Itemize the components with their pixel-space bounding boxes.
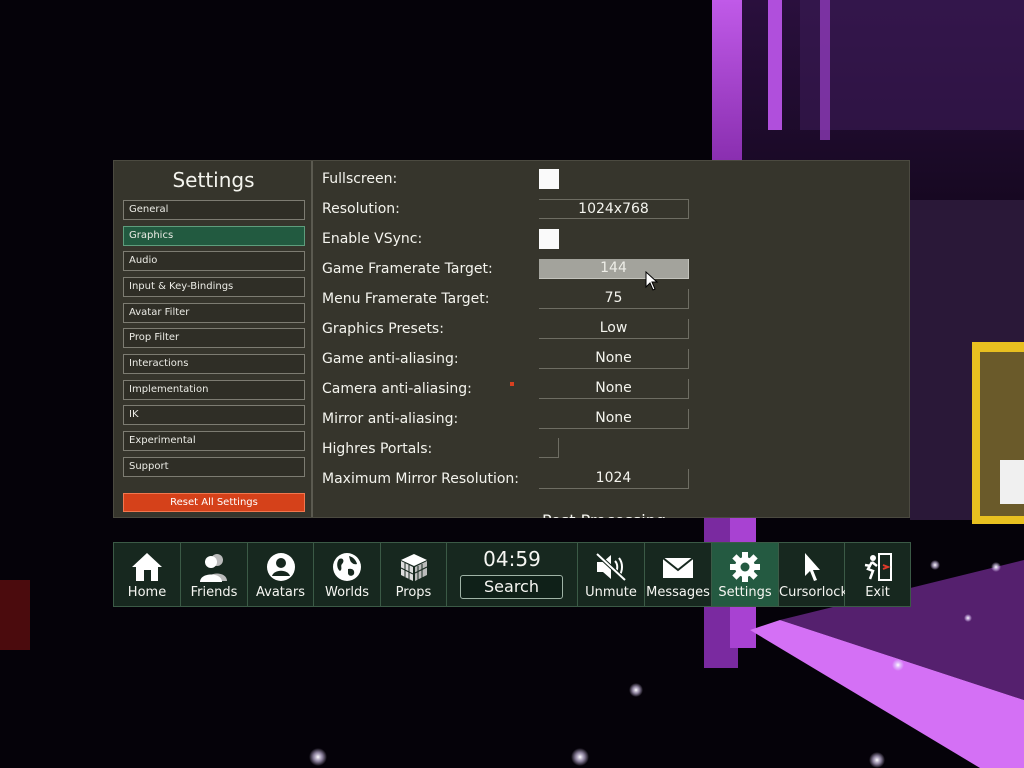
game-framerate-label: Game Framerate Target:	[322, 261, 493, 277]
menu-framerate-label: Menu Framerate Target:	[322, 291, 490, 307]
fullscreen-checkbox[interactable]	[539, 169, 559, 189]
mirror-anti-aliasing-dropdown[interactable]: None	[539, 409, 689, 429]
gear-icon	[730, 552, 760, 582]
menu-friends-label: Friends	[190, 585, 238, 600]
category-graphics[interactable]: Graphics	[123, 226, 305, 246]
menu-cursorlock-button[interactable]: Cursorlock	[779, 543, 848, 606]
exit-icon	[864, 553, 892, 581]
menu-settings-label: Settings	[718, 585, 772, 600]
category-avatar-filter[interactable]: Avatar Filter	[123, 303, 305, 323]
clock-search-block: 04:59 Search	[447, 543, 578, 606]
camera-anti-aliasing-dropdown[interactable]: None	[539, 379, 689, 399]
cursor-icon	[804, 553, 820, 581]
search-button[interactable]: Search	[460, 575, 563, 599]
graphics-presets-label: Graphics Presets:	[322, 321, 444, 337]
menu-unmute-button[interactable]: Unmute	[578, 543, 645, 606]
highres-portals-label: Highres Portals:	[322, 441, 433, 457]
menu-settings-button[interactable]: Settings	[712, 543, 779, 606]
camera-anti-aliasing-label: Camera anti-aliasing:	[322, 381, 472, 397]
menu-framerate-dropdown[interactable]: 75	[539, 289, 689, 309]
post-processing-heading: Post Processing	[542, 508, 666, 518]
menu-worlds-button[interactable]: Worlds	[314, 543, 381, 606]
menu-exit-button[interactable]: Exit	[845, 543, 910, 606]
menu-avatars-button[interactable]: Avatars	[248, 543, 314, 606]
game-anti-aliasing-label: Game anti-aliasing:	[322, 351, 459, 367]
menu-messages-label: Messages	[646, 585, 710, 600]
menu-exit-label: Exit	[865, 585, 890, 600]
menu-props-button[interactable]: Props	[381, 543, 447, 606]
settings-category-sidebar: Settings General Graphics Audio Input & …	[114, 161, 313, 517]
resolution-dropdown[interactable]: 1024x768	[539, 199, 689, 219]
envelope-icon	[662, 557, 694, 578]
vsync-label: Enable VSync:	[322, 231, 423, 247]
avatar-icon	[266, 553, 295, 581]
menu-cursorlock-label: Cursorlock	[779, 585, 848, 600]
menu-worlds-label: Worlds	[324, 585, 370, 600]
category-experimental[interactable]: Experimental	[123, 431, 305, 451]
category-implementation[interactable]: Implementation	[123, 380, 305, 400]
max-mirror-resolution-dropdown[interactable]: 1024	[539, 469, 689, 489]
globe-icon	[333, 553, 361, 581]
category-audio[interactable]: Audio	[123, 251, 305, 271]
category-general[interactable]: General	[123, 200, 305, 220]
max-mirror-resolution-label: Maximum Mirror Resolution:	[322, 471, 519, 487]
category-input-key-bindings[interactable]: Input & Key-Bindings	[123, 277, 305, 297]
menu-props-label: Props	[395, 585, 432, 600]
menu-unmute-label: Unmute	[585, 585, 637, 600]
mouse-pointer-icon	[645, 271, 659, 291]
game-anti-aliasing-dropdown[interactable]: None	[539, 349, 689, 369]
category-prop-filter[interactable]: Prop Filter	[123, 328, 305, 348]
category-interactions[interactable]: Interactions	[123, 354, 305, 374]
menu-home-label: Home	[127, 585, 167, 600]
resolution-label: Resolution:	[322, 201, 400, 217]
category-support[interactable]: Support	[123, 457, 305, 477]
quick-menu-bar: Home Friends Avatars Worlds Props 04:59 …	[113, 542, 911, 607]
friends-icon	[200, 554, 227, 582]
graphics-presets-dropdown[interactable]: Low	[539, 319, 689, 339]
highres-portals-checkbox[interactable]	[539, 438, 559, 458]
home-icon	[132, 553, 162, 581]
vsync-checkbox[interactable]	[539, 229, 559, 249]
speaker-muted-icon	[595, 552, 627, 582]
mirror-anti-aliasing-label: Mirror anti-aliasing:	[322, 411, 459, 427]
game-framerate-dropdown[interactable]: 144	[539, 259, 689, 279]
settings-title: Settings	[172, 168, 255, 192]
clock-display: 04:59	[483, 547, 541, 571]
settings-panel: Settings General Graphics Audio Input & …	[113, 160, 910, 518]
category-ik[interactable]: IK	[123, 405, 305, 425]
cube-icon	[400, 554, 427, 581]
menu-home-button[interactable]: Home	[114, 543, 181, 606]
red-marker-dot	[510, 382, 514, 386]
fullscreen-label: Fullscreen:	[322, 171, 398, 187]
menu-messages-button[interactable]: Messages	[645, 543, 712, 606]
menu-friends-button[interactable]: Friends	[181, 543, 248, 606]
menu-avatars-label: Avatars	[256, 585, 305, 600]
reset-all-settings-button[interactable]: Reset All Settings	[123, 493, 305, 512]
